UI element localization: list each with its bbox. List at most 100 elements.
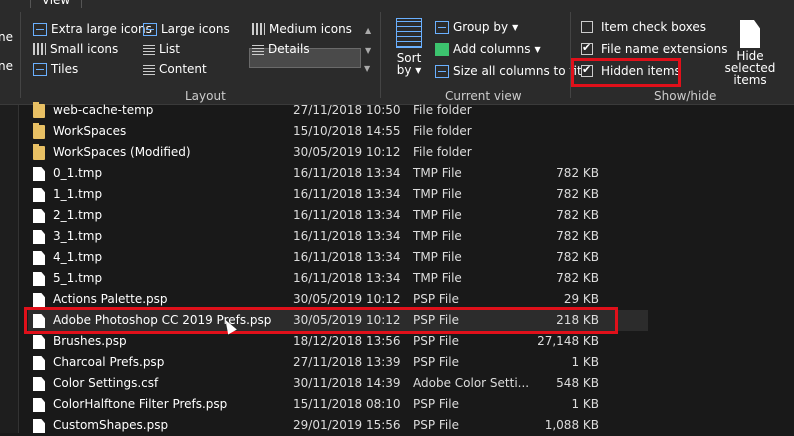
file-row[interactable]: 1_1.tmp 16/11/2018 13:34 TMP File 782 KB: [28, 184, 648, 205]
file-row[interactable]: WorkSpaces 15/10/2018 14:55 File folder: [28, 121, 648, 142]
file-date-modified: 30/05/2019 10:12: [293, 292, 401, 306]
file-row[interactable]: 3_1.tmp 16/11/2018 13:34 TMP File 782 KB: [28, 226, 648, 247]
file-size: 782 KB: [556, 271, 599, 285]
file-date-modified: 15/11/2018 08:10: [293, 397, 401, 411]
file-type: File folder: [413, 124, 472, 138]
group-by-icon: [435, 20, 449, 34]
group-by-label: Group by: [453, 20, 509, 34]
file-date-modified: 30/05/2019 10:12: [293, 145, 401, 159]
file-icon: [33, 356, 45, 370]
file-date-modified: 30/05/2019 10:12: [293, 313, 401, 327]
sort-by-label: by ▾: [396, 63, 422, 77]
file-icon: [33, 188, 45, 202]
file-date-modified: 27/11/2018 13:39: [293, 355, 401, 369]
file-icon: [33, 377, 45, 391]
layout-list[interactable]: List: [143, 42, 180, 56]
file-name-extensions-toggle[interactable]: File name extensions: [581, 41, 728, 56]
add-columns-icon: [435, 42, 449, 56]
file-row[interactable]: Charcoal Prefs.psp 27/11/2018 13:39 PSP Fi…: [28, 352, 648, 373]
hidden-items-toggle[interactable]: Hidden items: [581, 63, 681, 78]
left-cut-label-1: ne: [0, 30, 13, 44]
file-name: WorkSpaces: [53, 124, 127, 138]
file-date-modified: 27/11/2018 10:50: [293, 103, 401, 117]
file-row[interactable]: Actions Palette.psp 30/05/2019 10:12 PSP F…: [28, 289, 648, 310]
item-check-boxes-label: Item check boxes: [601, 20, 707, 34]
hidden-items-checkbox[interactable]: [581, 63, 593, 77]
file-icon: [33, 272, 45, 286]
file-name: Brushes.psp: [53, 334, 127, 348]
file-icon: [33, 314, 45, 328]
file-name: 2_1.tmp: [53, 208, 103, 222]
file-row[interactable]: WorkSpaces (Modified) 30/05/2019 10:12 Fil…: [28, 142, 648, 163]
file-name: ColorHalftone Filter Prefs.psp: [53, 397, 228, 411]
file-date-modified: 29/01/2019 15:56: [293, 418, 401, 432]
file-name: Actions Palette.psp: [53, 292, 168, 306]
add-columns-button[interactable]: Add columns ▼: [435, 42, 541, 56]
layout-item-label: Extra large icons: [51, 22, 152, 36]
hide-selected-items-button[interactable]: Hide selected items: [712, 20, 788, 86]
file-date-modified: 16/11/2018 13:34: [293, 208, 401, 222]
file-row[interactable]: ColorHalftone Filter Prefs.psp 15/11/2018…: [28, 394, 648, 415]
file-type: PSP File: [413, 355, 459, 369]
item-check-boxes-toggle[interactable]: Item check boxes: [581, 20, 706, 34]
layout-small-icons[interactable]: Small icons: [33, 42, 118, 56]
file-type: PSP File: [413, 292, 459, 306]
file-name: 4_1.tmp: [53, 250, 103, 264]
file-row[interactable]: 0_1.tmp 16/11/2018 13:34 TMP File 782 KB: [28, 163, 648, 184]
file-name: 1_1.tmp: [53, 187, 103, 201]
file-type: PSP File: [413, 313, 459, 327]
file-size: 1 KB: [571, 355, 599, 369]
layout-item-label: Small icons: [50, 42, 119, 56]
file-name: 5_1.tmp: [53, 271, 103, 285]
file-icon: [33, 167, 45, 181]
layout-extra-large-icons[interactable]: Extra large icons: [33, 22, 152, 36]
layout-expand-icon[interactable]: ▼: [364, 64, 370, 73]
pane-divider[interactable]: [18, 105, 19, 433]
file-size: 548 KB: [556, 376, 599, 390]
file-icon: [33, 419, 45, 433]
file-row[interactable]: 5_1.tmp 16/11/2018 13:34 TMP File 782 KB: [28, 268, 648, 289]
file-type: TMP File: [413, 229, 462, 243]
file-name: Charcoal Prefs.psp: [53, 355, 165, 369]
file-date-modified: 16/11/2018 13:34: [293, 229, 401, 243]
file-size: 782 KB: [556, 208, 599, 222]
file-type: TMP File: [413, 271, 462, 285]
folder-icon: [33, 123, 45, 139]
file-date-modified: 16/11/2018 13:34: [293, 250, 401, 264]
file-type: PSP File: [413, 418, 459, 432]
layout-item-label: Content: [159, 62, 207, 76]
file-icon: [33, 209, 45, 223]
file-size: 782 KB: [556, 187, 599, 201]
group-by-button[interactable]: Group by ▼: [435, 20, 518, 34]
file-row[interactable]: Adobe Photoshop CC 2019 Prefs.psp 30/05/2…: [28, 310, 648, 331]
file-date-modified: 15/10/2018 14:55: [293, 124, 401, 138]
layout-tiles[interactable]: Tiles: [33, 62, 78, 76]
file-date-modified: 16/11/2018 13:34: [293, 271, 401, 285]
show-hide-group-label: Show/hide: [654, 89, 717, 103]
file-row[interactable]: web-cache-temp 27/11/2018 10:50 File folde…: [28, 100, 648, 121]
sort-by-button[interactable]: Sort by ▾: [393, 18, 425, 76]
file-type: File folder: [413, 145, 472, 159]
layout-scroll-down-icon[interactable]: ▼: [365, 46, 371, 55]
file-row[interactable]: 2_1.tmp 16/11/2018 13:34 TMP File 782 KB: [28, 205, 648, 226]
layout-item-label: Medium icons: [269, 22, 352, 36]
file-name-extensions-checkbox[interactable]: [581, 41, 593, 55]
layout-scroll-up-icon[interactable]: ▲: [365, 26, 371, 35]
separator: [570, 12, 571, 98]
layout-content[interactable]: Content: [143, 62, 207, 76]
file-row[interactable]: Brushes.psp 18/12/2018 13:56 PSP File 27,14…: [28, 331, 648, 352]
file-row[interactable]: 4_1.tmp 16/11/2018 13:34 TMP File 782 KB: [28, 247, 648, 268]
sort-icon: [396, 18, 422, 48]
chevron-down-icon: ▼: [534, 44, 541, 54]
navigation-pane[interactable]: [0, 105, 18, 433]
size-all-columns-button[interactable]: Size all columns to fit: [435, 64, 582, 78]
add-columns-label: Add columns: [453, 42, 531, 56]
file-date-modified: 16/11/2018 13:34: [293, 166, 401, 180]
layout-details[interactable]: Details: [252, 42, 310, 56]
file-type: TMP File: [413, 208, 462, 222]
file-row[interactable]: Color Settings.csf 30/11/2018 14:39 Adobe …: [28, 373, 648, 394]
item-check-boxes-checkbox[interactable]: [581, 21, 593, 33]
layout-large-icons[interactable]: Large icons: [143, 22, 230, 36]
tiles-icon: [33, 62, 47, 76]
layout-medium-icons[interactable]: Medium icons: [252, 22, 352, 36]
